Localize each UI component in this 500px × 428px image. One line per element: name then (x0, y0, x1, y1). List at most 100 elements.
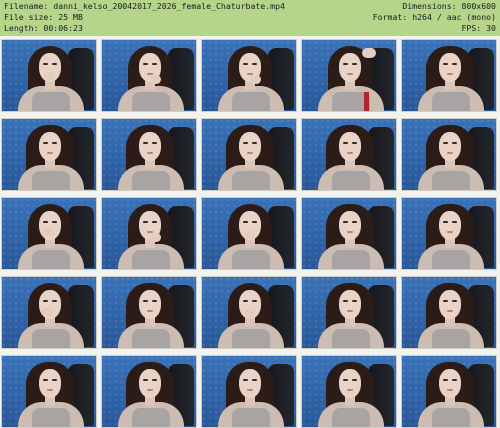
frame-top (232, 408, 270, 427)
frame-eye-l (143, 221, 148, 223)
frame-face (339, 53, 361, 82)
frame-eye-l (343, 300, 348, 302)
video-frame-thumbnail[interactable] (401, 118, 497, 191)
frame-lips (147, 310, 153, 312)
video-frame-thumbnail[interactable] (1, 118, 97, 191)
video-frame-thumbnail[interactable] (101, 197, 197, 270)
frame-eye-l (343, 63, 348, 65)
video-frame-thumbnail[interactable] (301, 276, 397, 349)
frame-eye-r (452, 142, 457, 144)
frame-top (232, 329, 270, 348)
frame-top (132, 408, 170, 427)
frame-hand (150, 75, 161, 84)
video-frame-thumbnail[interactable] (201, 355, 297, 428)
video-frame-thumbnail[interactable] (201, 118, 297, 191)
frame-eye-r (452, 300, 457, 302)
frame-face (339, 290, 361, 319)
video-frame-thumbnail[interactable] (301, 197, 397, 270)
frame-lips (247, 389, 253, 391)
frame-eye-r (152, 379, 157, 381)
video-frame-thumbnail[interactable] (201, 197, 297, 270)
frame-hand (362, 48, 376, 58)
contact-sheet: Filename: danni_kelso_20042017_2026_fema… (0, 0, 500, 428)
video-frame-thumbnail[interactable] (301, 39, 397, 112)
frame-eye-r (152, 300, 157, 302)
video-frame-thumbnail[interactable] (201, 276, 297, 349)
frame-top (132, 171, 170, 190)
frame-face (439, 132, 461, 161)
filename-label: Filename: danni_kelso_20042017_2026_fema… (4, 1, 285, 11)
frame-eye-l (443, 300, 448, 302)
frame-eye-l (243, 63, 248, 65)
length-label: Length: 00:06:23 (4, 23, 83, 33)
frame-top (32, 171, 70, 190)
video-frame-thumbnail[interactable] (401, 276, 497, 349)
video-frame-thumbnail[interactable] (1, 355, 97, 428)
frame-lips (447, 310, 453, 312)
frame-eye-r (352, 379, 357, 381)
frame-lips (447, 152, 453, 154)
fps-label: FPS: 30 (461, 23, 496, 33)
frame-eye-r (152, 142, 157, 144)
frame-eye-r (52, 221, 57, 223)
frame-eye-l (43, 63, 48, 65)
frame-top (232, 92, 270, 111)
frame-top (232, 171, 270, 190)
frame-eye-r (352, 221, 357, 223)
frame-hand (150, 233, 161, 242)
frame-red-accent (364, 92, 369, 111)
frame-top (32, 329, 70, 348)
frame-face (439, 53, 461, 82)
frame-hand (250, 75, 261, 84)
video-frame-thumbnail[interactable] (1, 276, 97, 349)
frame-top (432, 329, 470, 348)
frame-eye-l (243, 142, 248, 144)
video-frame-thumbnail[interactable] (101, 276, 197, 349)
frame-lips (447, 389, 453, 391)
frame-eye-l (443, 142, 448, 144)
frame-eye-l (43, 142, 48, 144)
frame-top (132, 92, 170, 111)
video-frame-thumbnail[interactable] (301, 118, 397, 191)
frame-face (239, 369, 261, 398)
frame-top (432, 250, 470, 269)
frame-eye-r (252, 300, 257, 302)
frame-eye-l (143, 142, 148, 144)
frame-eye-r (52, 379, 57, 381)
frame-eye-r (252, 142, 257, 144)
video-frame-thumbnail[interactable] (1, 197, 97, 270)
frame-lips (147, 152, 153, 154)
video-frame-thumbnail[interactable] (401, 355, 497, 428)
frame-eye-r (352, 142, 357, 144)
frame-face (339, 369, 361, 398)
frame-eye-l (243, 221, 248, 223)
frame-eye-l (143, 300, 148, 302)
frame-eye-r (52, 142, 57, 144)
dimensions-label: Dimensions: 800x600 (402, 1, 496, 11)
frame-hand (42, 228, 54, 237)
video-info-header: Filename: danni_kelso_20042017_2026_fema… (0, 0, 500, 36)
frame-eye-l (143, 63, 148, 65)
video-frame-thumbnail[interactable] (401, 197, 497, 270)
frame-top (332, 408, 370, 427)
frame-eye-l (43, 379, 48, 381)
frame-eye-r (252, 221, 257, 223)
video-frame-thumbnail[interactable] (1, 39, 97, 112)
video-frame-thumbnail[interactable] (101, 355, 197, 428)
frame-hand (42, 307, 54, 316)
video-frame-thumbnail[interactable] (301, 355, 397, 428)
video-frame-thumbnail[interactable] (101, 118, 197, 191)
frame-face (39, 132, 61, 161)
frame-top (432, 408, 470, 427)
frame-eye-r (452, 379, 457, 381)
frame-lips (47, 152, 53, 154)
frame-face (139, 369, 161, 398)
frame-top (432, 92, 470, 111)
frame-top (332, 329, 370, 348)
frame-eye-r (252, 379, 257, 381)
video-frame-thumbnail[interactable] (201, 39, 297, 112)
frame-face (339, 211, 361, 240)
video-frame-thumbnail[interactable] (401, 39, 497, 112)
video-frame-thumbnail[interactable] (101, 39, 197, 112)
frame-eye-l (143, 379, 148, 381)
